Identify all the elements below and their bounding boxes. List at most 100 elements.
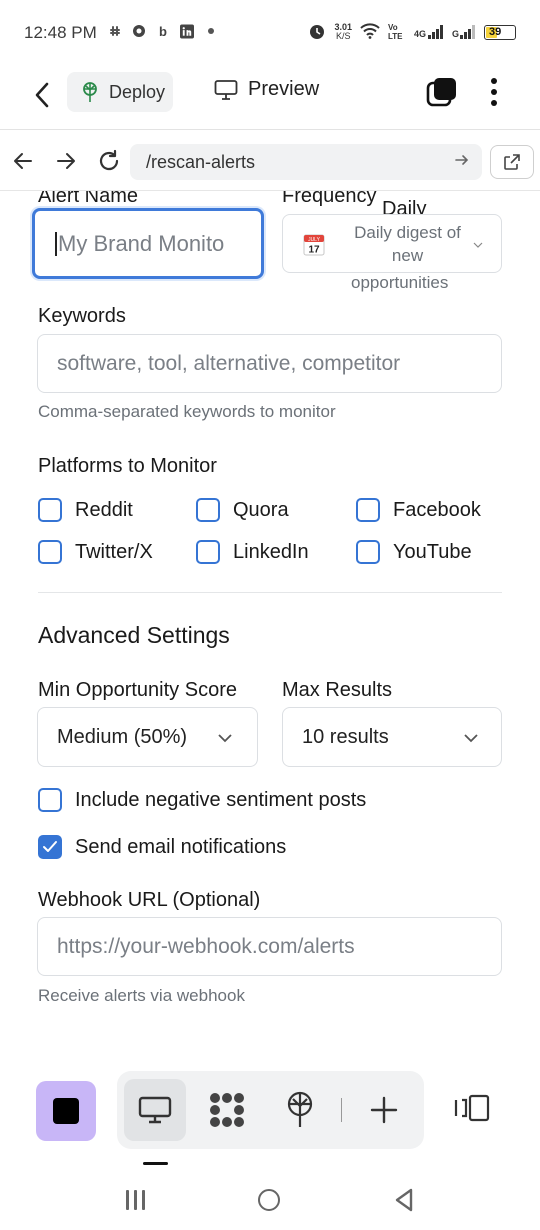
recent-apps-button[interactable] bbox=[124, 1190, 146, 1212]
deploy-button[interactable]: Deploy bbox=[67, 72, 173, 112]
reload-icon bbox=[99, 149, 119, 171]
chevron-left-icon bbox=[35, 82, 49, 108]
linkedin-icon bbox=[180, 24, 194, 38]
max-results-value: 10 results bbox=[302, 725, 389, 748]
max-results-select[interactable]: 10 results bbox=[282, 707, 502, 767]
chevron-down-icon bbox=[464, 734, 478, 743]
signal-g-icon: G bbox=[452, 25, 476, 39]
chevron-down-icon bbox=[218, 734, 232, 743]
svg-text:JULY: JULY bbox=[308, 237, 321, 243]
keywords-input[interactable]: software, tool, alternative, competitor bbox=[37, 334, 502, 393]
browser-forward-button[interactable] bbox=[53, 148, 79, 174]
wifi-icon bbox=[360, 23, 380, 41]
platform-twitter-checkbox[interactable]: Twitter/X bbox=[38, 540, 153, 564]
alert-form: Alert Name My Brand Monito Frequency Dai… bbox=[0, 191, 540, 1051]
home-button[interactable] bbox=[258, 1189, 280, 1211]
panel-toggle-button[interactable] bbox=[454, 1092, 494, 1124]
android-nav-bar bbox=[0, 1170, 540, 1230]
app-bar: Deploy Preview bbox=[0, 66, 540, 130]
check-icon bbox=[43, 841, 57, 852]
side-panel-icon bbox=[454, 1094, 490, 1122]
checkbox-checked[interactable] bbox=[38, 835, 62, 859]
min-score-label: Min Opportunity Score bbox=[38, 679, 237, 701]
net-unit: K/S bbox=[335, 31, 351, 41]
keywords-label: Keywords bbox=[38, 305, 126, 327]
threads-icon bbox=[132, 24, 146, 38]
frequency-option-text: Daily digest of new bbox=[354, 222, 461, 265]
deploy-tree-icon bbox=[287, 1091, 313, 1127]
url-bar[interactable]: /rescan-alerts bbox=[130, 144, 482, 180]
stop-button[interactable] bbox=[36, 1081, 96, 1141]
browser-back-button[interactable] bbox=[10, 148, 36, 174]
status-time: 12:48 PM bbox=[24, 23, 97, 42]
deploy-tree-icon bbox=[83, 82, 97, 102]
alert-name-input[interactable]: My Brand Monito bbox=[32, 208, 264, 279]
checkbox[interactable] bbox=[38, 498, 62, 522]
apps-grid-icon bbox=[210, 1093, 244, 1127]
min-score-select[interactable]: Medium (50%) bbox=[37, 707, 258, 767]
url-text: /rescan-alerts bbox=[146, 151, 256, 172]
browser-bar: /rescan-alerts bbox=[0, 131, 540, 191]
battery-level: 39 bbox=[489, 26, 502, 38]
b-app-icon: b bbox=[159, 23, 167, 39]
notification-dot-icon bbox=[204, 24, 218, 38]
add-button[interactable] bbox=[365, 1091, 403, 1129]
min-score-value: Medium (50%) bbox=[57, 725, 188, 748]
alert-name-label: Alert Name bbox=[38, 191, 139, 207]
divider bbox=[341, 1098, 342, 1122]
advanced-settings-title: Advanced Settings bbox=[38, 622, 230, 648]
platform-facebook-checkbox[interactable]: Facebook bbox=[356, 498, 481, 522]
checkbox[interactable] bbox=[38, 788, 62, 812]
preview-tool-button[interactable] bbox=[124, 1079, 186, 1141]
external-link-icon bbox=[504, 154, 520, 170]
arrow-right-icon bbox=[57, 153, 75, 169]
checkbox[interactable] bbox=[196, 540, 220, 564]
frequency-option-overflow: opportunities bbox=[351, 273, 449, 292]
webhook-placeholder: https://your-webhook.com/alerts bbox=[57, 934, 355, 958]
frequency-label: Frequency bbox=[282, 191, 377, 207]
preview-button[interactable]: Preview bbox=[214, 78, 319, 101]
platform-quora-checkbox[interactable]: Quora bbox=[196, 498, 289, 522]
checkbox[interactable] bbox=[196, 498, 220, 522]
checkbox[interactable] bbox=[356, 540, 380, 564]
tabs-button[interactable] bbox=[426, 76, 458, 108]
keywords-placeholder: software, tool, alternative, competitor bbox=[57, 351, 401, 375]
monitor-icon bbox=[138, 1096, 172, 1124]
apps-tool-button[interactable] bbox=[208, 1091, 246, 1129]
battery-icon: 39 bbox=[484, 24, 516, 40]
plus-icon bbox=[370, 1096, 398, 1124]
tool-group bbox=[117, 1071, 424, 1149]
frequency-select[interactable]: JULY 17 Daily digest of new bbox=[282, 214, 502, 273]
negative-sentiment-checkbox[interactable]: Include negative sentiment posts bbox=[38, 788, 366, 812]
bottom-toolbar bbox=[0, 1052, 540, 1170]
email-notifications-checkbox[interactable]: Send email notifications bbox=[38, 835, 286, 859]
chevron-down-icon bbox=[473, 242, 483, 248]
volte-label: Vo LTE bbox=[387, 23, 403, 41]
alarm-icon bbox=[308, 22, 326, 42]
go-arrow-icon[interactable] bbox=[454, 152, 470, 173]
back-button[interactable] bbox=[28, 80, 58, 110]
keywords-helper: Comma-separated keywords to monitor bbox=[38, 402, 336, 421]
open-external-button[interactable] bbox=[490, 145, 534, 179]
webhook-input[interactable]: https://your-webhook.com/alerts bbox=[37, 917, 502, 976]
reload-button[interactable] bbox=[96, 148, 122, 174]
checkbox[interactable] bbox=[356, 498, 380, 522]
platform-youtube-checkbox[interactable]: YouTube bbox=[356, 540, 472, 564]
webhook-label: Webhook URL (Optional) bbox=[38, 889, 261, 911]
platform-linkedin-checkbox[interactable]: LinkedIn bbox=[196, 540, 309, 564]
system-back-button[interactable] bbox=[394, 1188, 414, 1212]
deploy-label: Deploy bbox=[109, 81, 166, 102]
deploy-tool-button[interactable] bbox=[281, 1091, 319, 1129]
more-menu-button[interactable] bbox=[484, 76, 504, 108]
signal-4g-icon: 4G bbox=[414, 25, 444, 39]
stop-icon bbox=[53, 1098, 79, 1124]
calendar-icon: JULY 17 bbox=[303, 232, 325, 256]
preview-label: Preview bbox=[248, 78, 320, 100]
dot bbox=[491, 78, 497, 84]
active-tab-indicator bbox=[143, 1162, 168, 1165]
alert-name-placeholder: My Brand Monito bbox=[58, 230, 225, 256]
slack-icon bbox=[108, 24, 122, 38]
triangle-back-icon bbox=[395, 1188, 413, 1212]
checkbox[interactable] bbox=[38, 540, 62, 564]
platform-reddit-checkbox[interactable]: Reddit bbox=[38, 498, 133, 522]
